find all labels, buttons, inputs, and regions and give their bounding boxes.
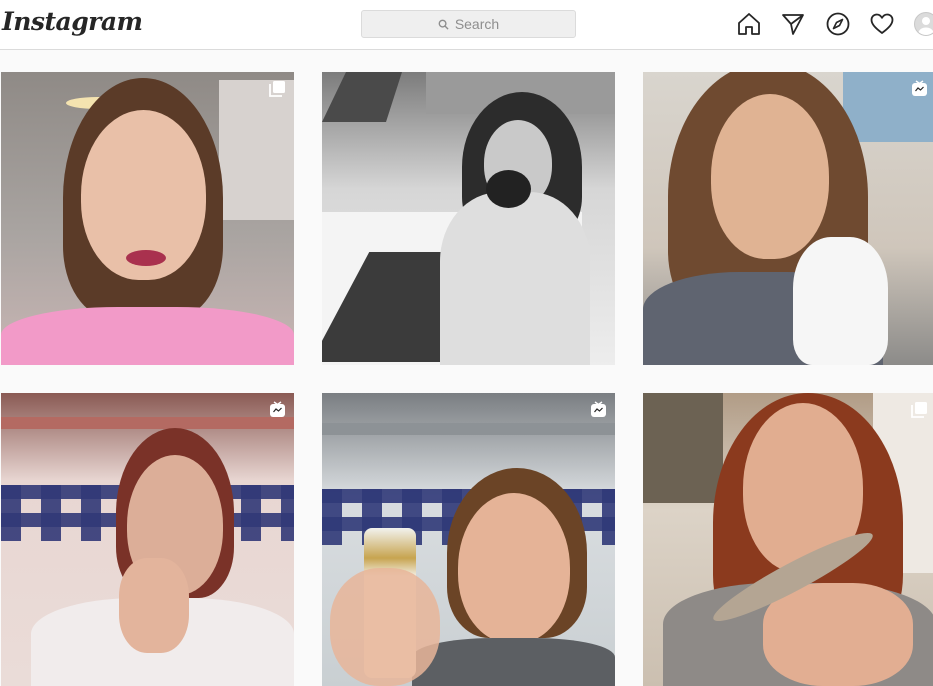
face [458,493,570,643]
hand [119,558,189,653]
search-placeholder: Search [455,16,499,32]
wall-art [219,80,294,220]
igtv-icon [590,401,607,418]
post-thumbnail-2[interactable] [322,72,615,365]
carousel-icon [269,80,286,97]
profile-avatar[interactable] [914,12,933,36]
carousel-icon [911,401,928,418]
lamp-shade [322,72,402,122]
white-glove [793,237,888,365]
window [643,393,723,503]
hand [763,583,913,686]
puppy [486,170,531,208]
home-icon[interactable] [736,11,762,37]
post-thumbnail-6[interactable] [643,393,933,686]
top-navbar: Instagram Search [0,0,933,50]
post-thumbnail-5[interactable] [322,393,615,686]
search-icon [438,19,449,30]
face [711,94,829,259]
shirt [440,192,590,365]
explore-icon[interactable] [825,11,851,37]
shower-rod [322,423,615,435]
search-input[interactable]: Search [361,10,576,38]
post-thumbnail-1[interactable] [1,72,294,365]
igtv-icon [269,401,286,418]
shirt [412,638,615,686]
post-thumbnail-4[interactable] [1,393,294,686]
shower-rod [1,417,294,429]
igtv-icon [911,80,928,97]
shirt [1,307,294,365]
activity-icon[interactable] [869,11,895,37]
hand [330,568,440,686]
instagram-logo[interactable]: Instagram [2,7,143,36]
avatar-silhouette-icon [915,13,933,35]
lips [126,250,166,266]
direct-icon[interactable] [780,11,806,37]
post-thumbnail-3[interactable] [643,72,933,365]
